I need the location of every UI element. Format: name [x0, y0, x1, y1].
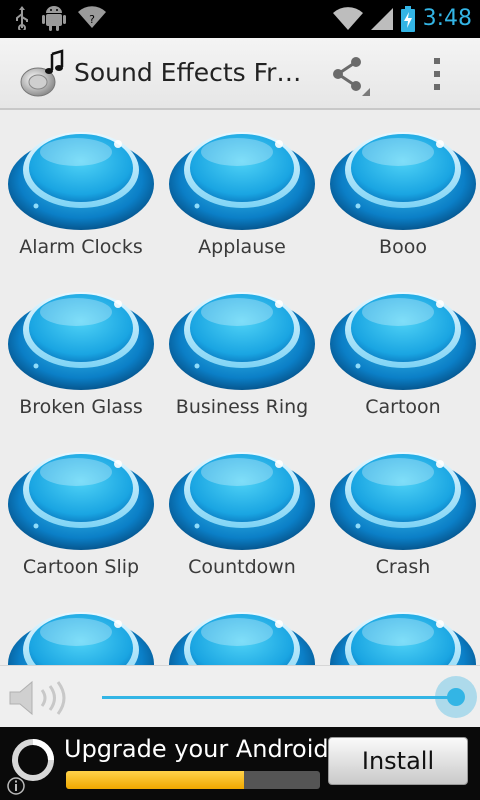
battery-charging-icon: [400, 6, 415, 32]
round-button-icon: [8, 132, 154, 230]
sound-button-row4-2[interactable]: [161, 590, 323, 665]
sound-button-booo[interactable]: Booo: [322, 110, 480, 270]
sound-button-cartoon[interactable]: Cartoon: [322, 270, 480, 430]
round-button-icon: [169, 132, 315, 230]
sound-label: Countdown: [188, 556, 296, 578]
speaker-icon[interactable]: [8, 680, 76, 716]
round-button-icon: [169, 292, 315, 390]
sound-button-row4-1[interactable]: [0, 590, 162, 665]
svg-text:?: ?: [89, 13, 95, 26]
sound-button-business-ring[interactable]: Business Ring: [161, 270, 323, 430]
install-button[interactable]: Install: [328, 737, 468, 785]
sound-button-row4-3[interactable]: [322, 590, 480, 665]
volume-bar: [0, 665, 480, 728]
round-button-icon: [8, 452, 154, 550]
sound-button-crash[interactable]: Crash: [322, 430, 480, 590]
sound-button-alarm-clocks[interactable]: Alarm Clocks: [0, 110, 162, 270]
share-button[interactable]: [326, 52, 376, 96]
status-bar: ? 3:48: [0, 0, 480, 38]
round-button-icon: [330, 132, 476, 230]
sound-label: Applause: [198, 236, 286, 258]
overflow-menu-button[interactable]: [420, 52, 454, 96]
sound-button-broken-glass[interactable]: Broken Glass: [0, 270, 162, 430]
sound-label: Cartoon: [365, 396, 441, 418]
round-button-icon: [330, 452, 476, 550]
sound-label: Broken Glass: [19, 396, 143, 418]
sound-label: Business Ring: [175, 396, 309, 418]
volume-slider-thumb[interactable]: [435, 676, 477, 718]
round-button-icon: [330, 292, 476, 390]
ad-banner[interactable]: Upgrade your Android! Install: [0, 727, 480, 800]
clock: 3:48: [422, 6, 472, 31]
action-bar: Sound Effects Fr…: [0, 38, 480, 110]
usb-icon: [14, 6, 30, 30]
wifi-alert-icon: ?: [78, 6, 106, 30]
signal-icon: [370, 7, 393, 31]
sound-label: Booo: [379, 236, 427, 258]
sound-button-applause[interactable]: Applause: [161, 110, 323, 270]
sound-button-countdown[interactable]: Countdown: [161, 430, 323, 590]
info-icon[interactable]: [6, 776, 26, 800]
round-button-icon: [330, 612, 476, 665]
round-button-icon: [8, 292, 154, 390]
wifi-icon: [332, 7, 363, 31]
ad-headline: Upgrade your Android!: [64, 735, 339, 763]
round-button-icon: [169, 612, 315, 665]
round-button-icon: [169, 452, 315, 550]
sound-label: Crash: [375, 556, 431, 578]
overflow-menu-icon: [420, 58, 454, 100]
sound-button-cartoon-slip[interactable]: Cartoon Slip: [0, 430, 162, 590]
android-debug-icon: [42, 5, 66, 31]
app-speaker-icon[interactable]: [18, 48, 70, 100]
sound-label: Cartoon Slip: [22, 556, 140, 578]
sound-label: Alarm Clocks: [19, 236, 143, 258]
round-button-icon: [8, 612, 154, 665]
app-title: Sound Effects Fr…: [74, 58, 302, 87]
share-icon: [326, 57, 376, 100]
volume-slider-track[interactable]: [102, 696, 456, 699]
sound-grid: Alarm Clocks Applause Booo Broken Glass …: [0, 110, 480, 665]
ad-progress-fill: [66, 771, 244, 789]
ad-progress-bar: [66, 771, 320, 789]
